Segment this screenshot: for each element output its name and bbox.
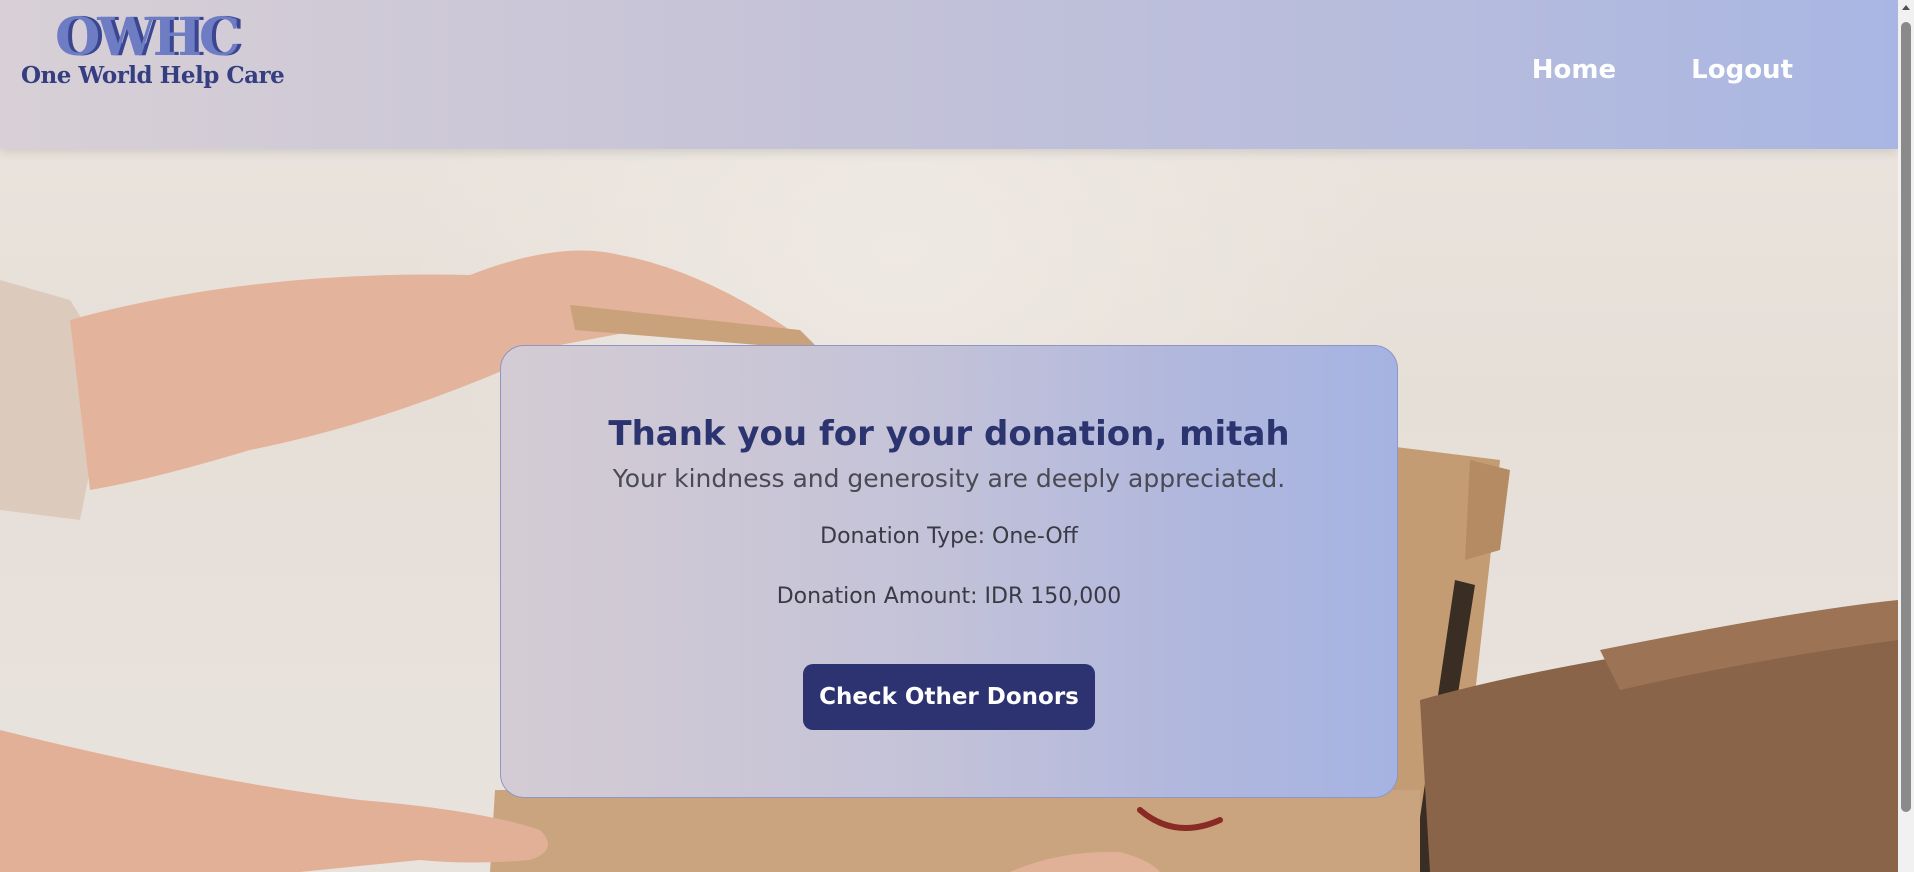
left-lower-hand [0, 730, 548, 872]
vertical-scrollbar[interactable] [1898, 0, 1914, 872]
donation-confirmation-card: Thank you for your donation, mitah Your … [500, 345, 1398, 798]
page: OWHC One World Help Care Home Logout Tha… [0, 0, 1914, 872]
box-front [490, 790, 1420, 872]
nav-home-link[interactable]: Home [1532, 55, 1616, 85]
logo-mark: OWHC [55, 7, 240, 68]
scrollbar-thumb[interactable] [1901, 22, 1911, 812]
logo-name: One World Help Care [21, 62, 285, 89]
brand-logo[interactable]: OWHC One World Help Care [21, 7, 285, 94]
nav-logout-link[interactable]: Logout [1691, 55, 1793, 85]
check-other-donors-button[interactable]: Check Other Donors [803, 664, 1095, 730]
scroll-up-arrow-icon[interactable] [1902, 5, 1910, 10]
donation-amount: Donation Amount: IDR 150,000 [776, 584, 1122, 609]
main-nav: Home Logout [1532, 55, 1793, 85]
thank-you-subtitle: Your kindness and generosity are deeply … [612, 464, 1286, 493]
site-header: OWHC One World Help Care Home Logout [0, 0, 1898, 149]
thank-you-title: Thank you for your donation, mitah [608, 414, 1290, 454]
donation-type: Donation Type: One-Off [820, 524, 1078, 549]
box-edge [1465, 460, 1510, 560]
